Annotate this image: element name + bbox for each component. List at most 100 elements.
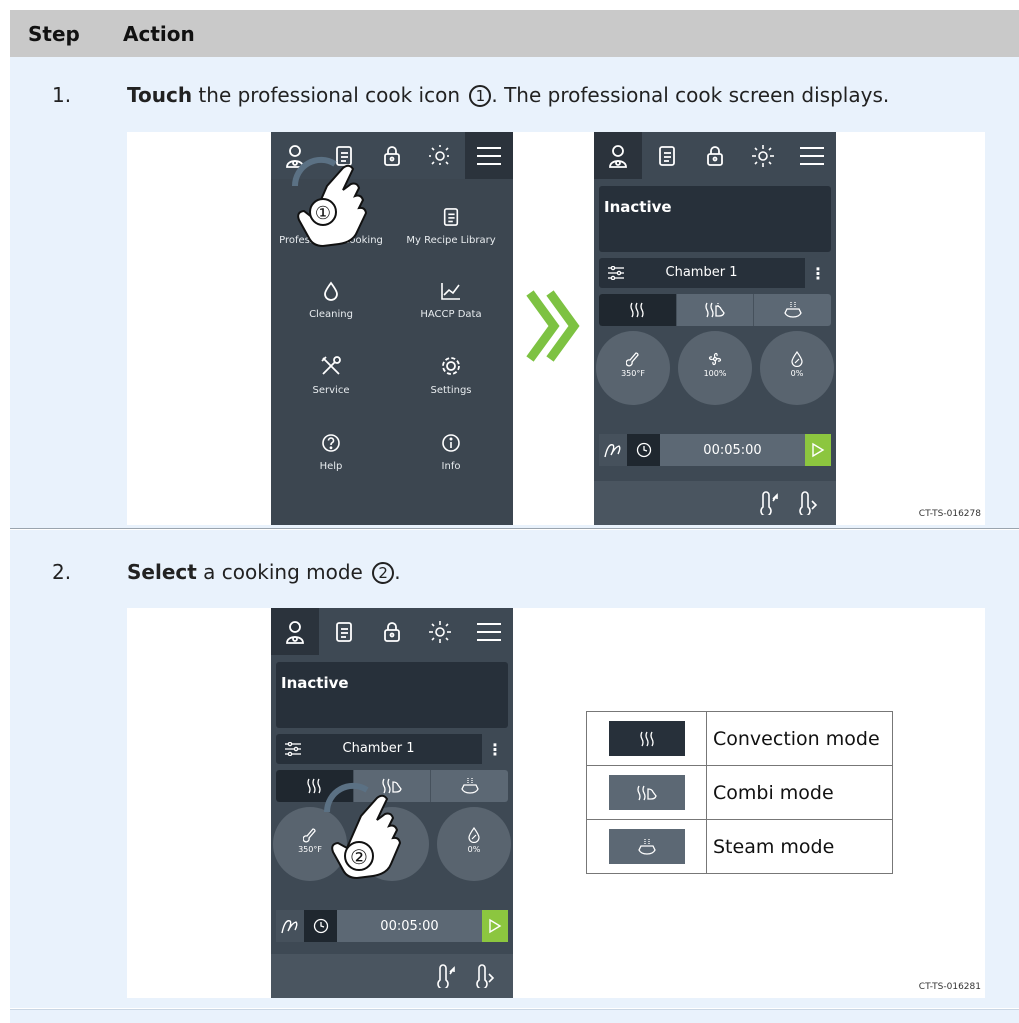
- hamburger-icon: [476, 622, 501, 641]
- cook-screen: Inactive Chamber 1 ⋮: [594, 132, 836, 525]
- brightness-tab[interactable]: [416, 132, 464, 179]
- preheat-icon[interactable]: [435, 964, 457, 988]
- core-probe-button[interactable]: [276, 910, 304, 942]
- clock-icon: [313, 918, 328, 934]
- fan-icon: [708, 352, 722, 366]
- chamber-selector[interactable]: Chamber 1 ⋮: [599, 258, 831, 288]
- recipe-book-icon: [658, 145, 675, 166]
- humidity-value: 0%: [467, 845, 481, 854]
- cooldown-icon[interactable]: [797, 491, 819, 515]
- menu-tab[interactable]: [464, 132, 513, 179]
- legend-label: Convection mode: [706, 711, 893, 766]
- thermometer-icon: [626, 352, 639, 367]
- probe-icon: [604, 444, 621, 458]
- humidity-value: 0%: [790, 369, 804, 378]
- menu-item-settings[interactable]: Settings: [391, 351, 511, 396]
- menu-item-info[interactable]: Info: [391, 427, 511, 472]
- more-options-button[interactable]: ⋮: [482, 734, 508, 764]
- menu-item-service[interactable]: Service: [271, 351, 391, 396]
- brightness-tab[interactable]: [416, 608, 464, 655]
- question-icon: [322, 434, 340, 452]
- callout-marker: 1: [469, 85, 492, 107]
- step-number: 2.: [52, 560, 72, 584]
- cook-screen: Inactive Chamber 1 ⋮: [271, 608, 513, 998]
- step-instruction: Select a cooking mode 2.: [127, 560, 401, 584]
- chart-icon: [441, 283, 460, 300]
- header-step: Step: [28, 22, 80, 46]
- menu-item-label: Cleaning: [309, 309, 353, 320]
- bottom-bar: [271, 954, 513, 998]
- probe-icon: [281, 920, 298, 934]
- legend-row: Combi mode: [586, 765, 893, 820]
- steam-icon: [637, 838, 656, 855]
- core-probe-button[interactable]: [599, 434, 627, 466]
- lock-tab[interactable]: [691, 132, 739, 179]
- timer-bar: 00:05:00: [599, 434, 831, 466]
- professional-cook-tab[interactable]: [594, 132, 643, 179]
- legend-row: Steam mode: [586, 819, 893, 874]
- recipe-book-icon: [335, 621, 352, 642]
- step-row-3: [10, 1009, 1019, 1023]
- menu-item-help[interactable]: Help: [271, 427, 391, 472]
- steam-mode-button[interactable]: [754, 294, 831, 326]
- chamber-selector[interactable]: Chamber 1 ⋮: [276, 734, 508, 764]
- fan-speed-value: 100%: [703, 369, 727, 378]
- combi-mode-button[interactable]: [677, 294, 755, 326]
- convection-swatch: [608, 721, 685, 756]
- combi-icon: [705, 302, 725, 318]
- menu-item-label: Info: [441, 461, 461, 472]
- humidity-dial[interactable]: 0%: [760, 331, 834, 405]
- professional-cook-tab[interactable]: [271, 608, 320, 655]
- gear-icon: [442, 357, 460, 375]
- combi-swatch: [608, 775, 685, 810]
- status-text: Inactive: [604, 198, 672, 216]
- brightness-tab[interactable]: [739, 132, 787, 179]
- hamburger-icon: [799, 146, 824, 165]
- timer-value[interactable]: 00:05:00: [660, 434, 805, 466]
- timer-mode-button[interactable]: [304, 910, 337, 942]
- cooking-mode-selector: [599, 294, 831, 326]
- menu-tab[interactable]: [465, 608, 513, 655]
- menu-tab[interactable]: [788, 132, 836, 179]
- humidity-dial[interactable]: 0%: [437, 807, 511, 881]
- legend-label: Combi mode: [706, 765, 893, 820]
- steam-icon: [783, 302, 802, 318]
- recipe-book-tab[interactable]: [642, 132, 690, 179]
- steam-mode-button[interactable]: [431, 770, 508, 802]
- more-options-button[interactable]: ⋮: [805, 258, 831, 288]
- chamber-label: Chamber 1: [342, 741, 415, 756]
- drop-icon: [324, 281, 338, 301]
- fan-speed-dial[interactable]: 100%: [678, 331, 752, 405]
- lock-tab[interactable]: [368, 608, 416, 655]
- touch-hand-icon: ②: [323, 782, 402, 880]
- sun-icon: [752, 144, 775, 167]
- step-text-after: . The professional cook screen displays.: [491, 83, 890, 107]
- status-text: Inactive: [281, 674, 349, 692]
- step-verb: Touch: [127, 83, 193, 107]
- chamber-label: Chamber 1: [665, 265, 738, 280]
- start-button[interactable]: [482, 910, 508, 942]
- step-row-2: 2. Select a cooking mode 2. Inactive Cha…: [10, 530, 1019, 1008]
- menu-item-haccp[interactable]: HACCP Data: [391, 275, 511, 320]
- start-button[interactable]: [805, 434, 831, 466]
- play-icon: [812, 442, 825, 458]
- figure-id: CT-TS-016278: [918, 509, 981, 519]
- steam-swatch: [608, 829, 685, 864]
- cooldown-icon[interactable]: [474, 964, 496, 988]
- menu-item-label: Settings: [430, 385, 472, 396]
- temperature-dial[interactable]: 350°F: [596, 331, 670, 405]
- timer-value[interactable]: 00:05:00: [337, 910, 482, 942]
- timer-mode-button[interactable]: [627, 434, 660, 466]
- menu-item-label: HACCP Data: [420, 309, 482, 320]
- step-figure: Inactive Chamber 1 ⋮ 350°F 0% 00:05:00 ②…: [127, 608, 985, 998]
- preheat-icon[interactable]: [758, 491, 780, 515]
- recipe-book-tab[interactable]: [319, 608, 367, 655]
- step-verb: Select: [127, 560, 197, 584]
- menu-item-recipe-library[interactable]: My Recipe Library: [391, 201, 511, 246]
- menu-item-cleaning[interactable]: Cleaning: [271, 275, 391, 320]
- status-panel: Inactive: [599, 186, 831, 252]
- tools-icon: [321, 356, 341, 375]
- cooking-mode-legend: Convection mode Combi mode Steam mode: [586, 711, 893, 874]
- convection-mode-button[interactable]: [599, 294, 677, 326]
- person-chef-icon: [609, 144, 628, 168]
